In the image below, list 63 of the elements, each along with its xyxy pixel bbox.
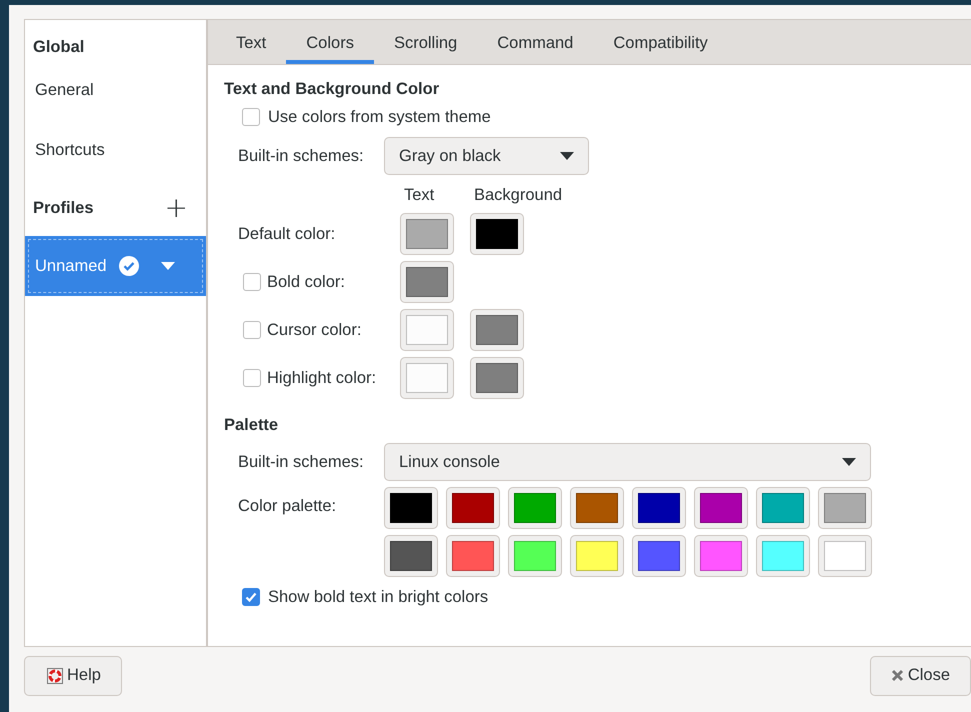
checkbox[interactable] <box>242 108 260 126</box>
color-swatch-button[interactable] <box>570 487 624 529</box>
color-swatch-button[interactable] <box>570 535 624 577</box>
color-swatch-button[interactable] <box>694 487 748 529</box>
profile-item[interactable]: Unnamed <box>25 236 206 296</box>
checkbox[interactable] <box>243 369 261 387</box>
color-swatch-button[interactable] <box>508 487 562 529</box>
sidebar-item[interactable]: Shortcuts <box>25 120 206 180</box>
checkbox[interactable] <box>243 273 261 291</box>
color-swatch-button[interactable] <box>694 535 748 577</box>
color-swatch-button[interactable] <box>818 487 872 529</box>
dropdown-arrow-icon <box>842 458 856 466</box>
checkmark-icon <box>244 590 258 604</box>
palette-dropdown[interactable]: Linux console <box>384 443 871 481</box>
color-swatch-button[interactable] <box>400 309 454 351</box>
checkbox[interactable] <box>243 321 261 339</box>
dropdown-arrow-icon <box>560 152 574 160</box>
dropdown-arrow-icon[interactable] <box>160 262 175 270</box>
color-swatch-button[interactable] <box>470 309 524 351</box>
scheme-dropdown[interactable]: Gray on black <box>384 137 589 175</box>
color-swatch-button[interactable] <box>470 213 524 255</box>
add-profile-button[interactable]: + <box>164 194 188 222</box>
tab[interactable]: Text <box>216 20 286 64</box>
sidebar-item[interactable]: General <box>25 60 206 120</box>
tab[interactable]: Compatibility <box>593 20 728 64</box>
field-label: Built-in schemes: <box>238 146 365 166</box>
color-swatch-button[interactable] <box>632 487 686 529</box>
color-swatch-button[interactable] <box>632 535 686 577</box>
color-swatch-button[interactable] <box>756 535 810 577</box>
tab[interactable]: Colors <box>286 20 374 64</box>
field-label: Default color: <box>238 224 336 244</box>
section-heading: Palette <box>224 416 280 436</box>
color-swatch-button[interactable] <box>384 535 438 577</box>
checkbox-label: Cursor color: <box>267 320 362 340</box>
color-swatch-button[interactable] <box>446 535 500 577</box>
close-button[interactable]: Close <box>870 656 971 696</box>
tab[interactable]: Scrolling <box>374 20 478 64</box>
color-swatch-button[interactable] <box>508 535 562 577</box>
field-label: Built-in schemes: <box>238 452 365 472</box>
color-swatch-button[interactable] <box>400 357 454 399</box>
checkbox[interactable] <box>242 588 260 606</box>
checkbox-label: Highlight color: <box>267 368 376 388</box>
checkbox-label: Use colors from system theme <box>268 108 491 126</box>
column-header: Background <box>473 186 562 206</box>
color-swatch-button[interactable] <box>470 357 524 399</box>
column-header: Text <box>403 186 434 206</box>
sidebar-heading: Global <box>32 37 86 58</box>
close-icon <box>890 669 904 682</box>
field-label: Color palette: <box>238 496 338 517</box>
color-swatch-button[interactable] <box>400 213 454 255</box>
section-heading: Text and Background Color <box>224 80 440 100</box>
help-button[interactable]: Help <box>24 656 122 696</box>
color-swatch-button[interactable] <box>384 487 438 529</box>
lifebuoy-icon <box>47 668 63 684</box>
color-swatch-button[interactable] <box>818 535 872 577</box>
color-swatch-button[interactable] <box>756 487 810 529</box>
checkbox-label: Show bold text in bright colors <box>268 588 488 606</box>
color-swatch-button[interactable] <box>446 487 500 529</box>
checkbox-label: Bold color: <box>267 272 345 292</box>
tab[interactable]: Command <box>477 20 594 64</box>
profile-name: Unnamed <box>35 256 107 276</box>
color-swatch-button[interactable] <box>400 261 454 303</box>
sidebar-heading: Profiles <box>33 198 94 218</box>
